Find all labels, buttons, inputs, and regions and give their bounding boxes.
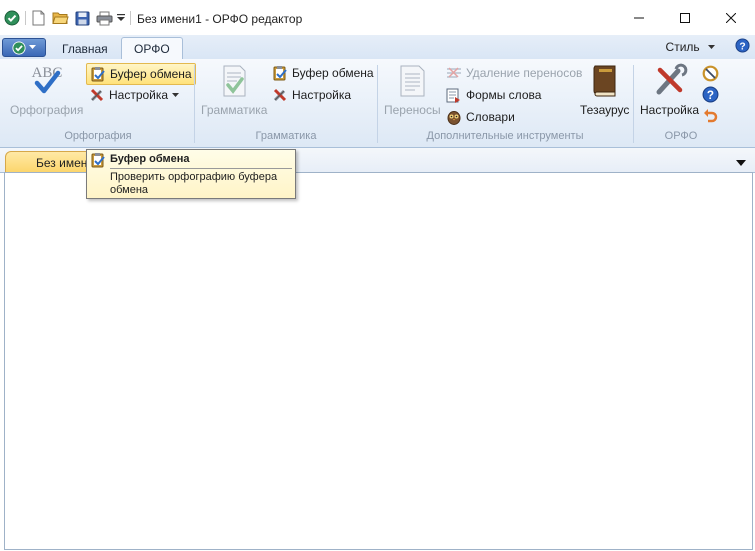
chevron-down-icon [736, 160, 746, 166]
application-menu-button[interactable] [2, 38, 46, 57]
tooltip-title: Буфер обмена [110, 153, 190, 165]
app-check-icon [12, 40, 26, 55]
qa-separator [24, 9, 26, 27]
word-forms-button[interactable]: Формы слова [443, 85, 544, 105]
chevron-down-icon [172, 92, 180, 97]
wrench-screwdriver-icon [656, 63, 687, 95]
save-icon[interactable] [74, 9, 90, 27]
dictionaries-owl-icon [447, 110, 461, 125]
svg-text:?: ? [739, 41, 745, 52]
undo-arrow-icon [704, 109, 718, 123]
grammar-clipboard-label: Буфер обмена [292, 66, 374, 80]
grammar-document-icon [223, 65, 246, 97]
chevron-down-icon [708, 45, 715, 50]
settings-tools-icon [90, 88, 104, 102]
spelling-settings-button[interactable]: Настройка [86, 85, 182, 105]
open-folder-icon[interactable] [51, 9, 69, 27]
grammar-group-label: Грамматика [255, 130, 317, 142]
dictionaries-button[interactable]: Словари [443, 107, 518, 127]
spelling-group-label: Орфография [64, 130, 132, 142]
clipboard-check-icon [91, 67, 105, 82]
orfo-help-button[interactable]: ? [702, 86, 719, 106]
settings-tools-icon [273, 88, 287, 102]
grammar-settings-button[interactable]: Настройка [269, 85, 354, 105]
clipboard-tooltip: Буфер обмена Проверить орфографию буфера… [86, 149, 296, 199]
minimize-icon [634, 17, 644, 18]
qa-customize-dropdown-icon[interactable] [116, 9, 126, 27]
style-menu[interactable]: Стиль [666, 40, 715, 54]
chevron-down-icon [29, 45, 36, 49]
app-check-icon[interactable] [3, 9, 21, 27]
grammar-check-button[interactable]: Грамматика [201, 63, 267, 117]
svg-text:?: ? [707, 89, 714, 102]
print-icon[interactable] [95, 9, 113, 27]
hyphenation-button[interactable]: Переносы [384, 63, 441, 117]
orfo-options-button[interactable] [702, 65, 719, 85]
hyphenation-label: Переносы [384, 103, 441, 117]
minimize-button[interactable] [616, 0, 662, 35]
grammar-settings-label: Настройка [292, 88, 352, 102]
orfo-settings-label: Настройка [640, 103, 700, 117]
spelling-check-label: Орфография [10, 103, 84, 117]
spelling-clipboard-label: Буфер обмена [110, 67, 192, 81]
group-separator [377, 65, 378, 143]
orfo-undo-button[interactable] [703, 107, 719, 127]
tab-orfo[interactable]: ОРФО [121, 37, 183, 60]
group-separator [633, 65, 634, 143]
tools-group-label: Дополнительные инструменты [426, 130, 584, 142]
tab-home[interactable]: Главная [50, 39, 120, 59]
close-button[interactable] [708, 0, 754, 35]
help-icon: ? [735, 38, 750, 53]
tooltip-divider [110, 168, 292, 169]
spelling-settings-label: Настройка [109, 88, 169, 102]
maximize-button[interactable] [662, 0, 708, 35]
remove-hyphenation-icon [447, 67, 461, 78]
word-forms-label: Формы слова [466, 88, 542, 102]
new-document-icon[interactable] [30, 9, 46, 27]
maximize-icon [680, 12, 690, 23]
hyphenation-document-icon [400, 65, 425, 97]
thesaurus-label: Тезаурус [580, 103, 630, 117]
tooltip-description: Проверить орфографию буфера обмена [110, 171, 278, 196]
thesaurus-button[interactable]: Тезаурус [580, 63, 629, 117]
dictionaries-label: Словари [466, 110, 515, 124]
help-button[interactable]: ? [735, 38, 750, 56]
remove-hyphenation-button[interactable]: Удаление переносов [443, 63, 585, 83]
ribbon-tab-bar: Главная ОРФО Стиль ? [0, 35, 755, 60]
window-title: Без имени1 - ОРФО редактор [137, 12, 303, 26]
thesaurus-book-icon [593, 65, 616, 97]
tab-list-dropdown[interactable] [736, 156, 746, 170]
grammar-check-label: Грамматика [201, 103, 268, 117]
word-forms-icon [446, 88, 460, 103]
remove-hyphenation-label: Удаление переносов [466, 66, 583, 80]
orfo-group-label: ОРФО [664, 130, 698, 142]
title-bar: Без имени1 - ОРФО редактор [0, 0, 755, 36]
clipboard-check-icon [273, 66, 287, 81]
grammar-clipboard-button[interactable]: Буфер обмена [269, 63, 377, 83]
help-icon: ? [702, 86, 719, 103]
ribbon: ABC Орфография Буфер обмена Настройка Ор… [0, 59, 755, 148]
document-editor[interactable] [4, 172, 753, 550]
clipboard-check-icon [91, 153, 105, 168]
orfo-settings-button[interactable]: Настройка [640, 63, 699, 117]
qa-separator [129, 9, 131, 27]
style-label: Стиль [665, 40, 700, 54]
close-icon [726, 12, 736, 23]
prohibited-sign-icon [702, 65, 719, 82]
group-separator [194, 65, 195, 143]
spelling-clipboard-button[interactable]: Буфер обмена [86, 63, 196, 85]
spelling-check-button[interactable]: ABC Орфография [10, 63, 83, 117]
abc-check-icon: ABC [31, 65, 62, 94]
